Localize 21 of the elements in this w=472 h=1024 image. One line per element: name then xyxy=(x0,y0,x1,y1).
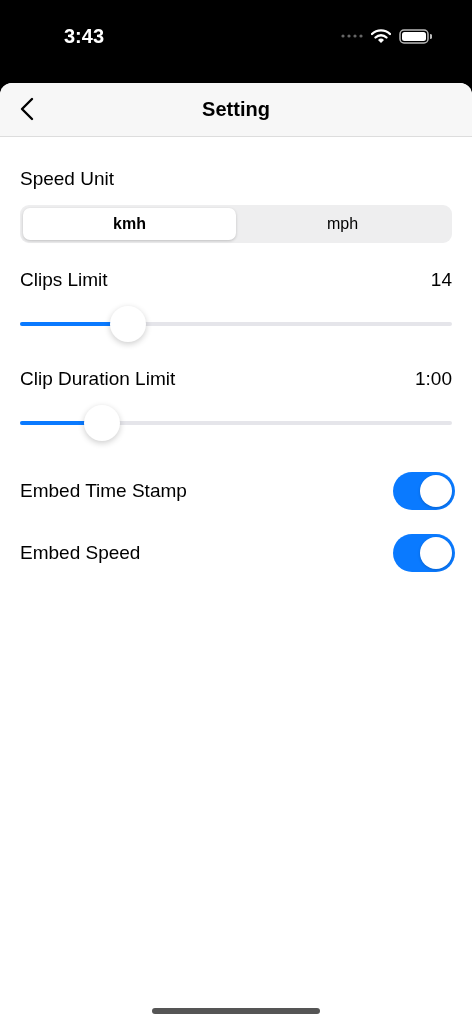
slider[interactable] xyxy=(20,405,452,441)
wifi-icon xyxy=(371,28,391,44)
setting-label: Embed Speed xyxy=(20,541,141,565)
toggle-switch[interactable] xyxy=(393,472,455,510)
setting-label: Speed Unit xyxy=(20,167,115,191)
toggle-switch[interactable] xyxy=(393,534,455,572)
setting-value: 1:00 xyxy=(415,367,452,391)
setting-label: Clip Duration Limit xyxy=(20,367,176,391)
back-icon xyxy=(20,97,34,121)
setting-value: 14 xyxy=(430,268,452,292)
segment-option[interactable]: kmh xyxy=(23,208,236,240)
slider-thumb[interactable] xyxy=(110,306,146,342)
setting-label: Embed Time Stamp xyxy=(20,479,187,503)
slider[interactable] xyxy=(20,306,452,342)
battery-icon xyxy=(399,28,432,44)
slider-thumb[interactable] xyxy=(84,405,121,441)
signal-icon xyxy=(341,34,363,38)
segment-option[interactable]: mph xyxy=(236,208,449,240)
setting-label: Clips Limit xyxy=(20,268,108,292)
page-title: Setting xyxy=(202,98,270,121)
status-time: 3:43 xyxy=(64,24,106,48)
